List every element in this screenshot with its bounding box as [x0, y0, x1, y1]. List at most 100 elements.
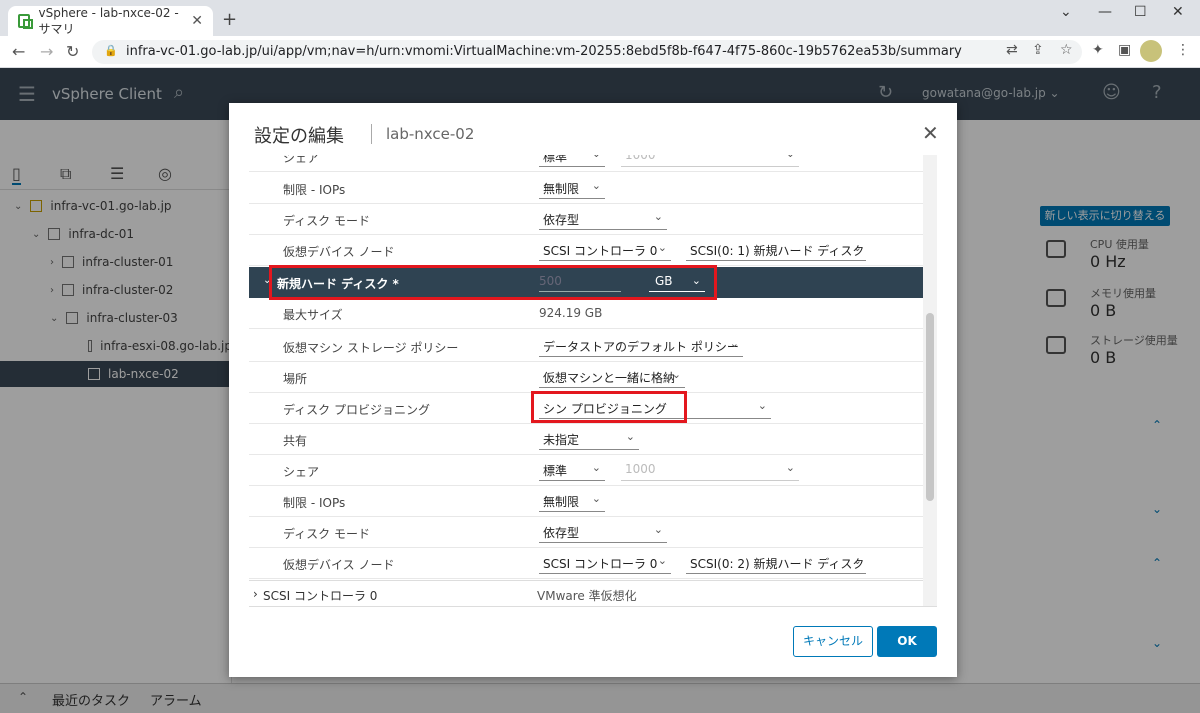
browser-tab[interactable]: vSphere - lab-nxce-02 - サマリ ✕ [8, 6, 213, 36]
dropdown-chevron-icon: ⌄ [852, 554, 862, 567]
dialog-title: 設定の編集 [254, 126, 344, 147]
limit-iops-select[interactable]: 無制限 ⌄ [539, 179, 605, 199]
select-value: SCSI コントローラ 0 [543, 244, 658, 258]
browser-toolbar: ← → ↻ 🔒 infra-vc-01.go-lab.jp/ui/app/vm;… [0, 36, 1200, 68]
node-select[interactable]: SCSI(0: 1) 新規ハード ディスク ⌄ [686, 241, 866, 261]
expand-chevron-icon[interactable]: › [253, 587, 258, 601]
row-label: 最大サイズ [283, 308, 343, 322]
dropdown-chevron-icon: ⌄ [653, 210, 663, 223]
dropdown-chevron-icon: ⌄ [671, 368, 681, 381]
row-label: SCSI コントローラ 0 [263, 589, 378, 603]
cancel-button[interactable]: キャンセル [793, 626, 873, 657]
dropdown-chevron-icon: ⌄ [786, 155, 795, 160]
ok-button[interactable]: OK [877, 626, 937, 657]
highlight-box-size [269, 265, 717, 300]
dropdown-chevron-icon: ⌄ [591, 461, 601, 474]
dropdown-chevron-icon: ⌄ [657, 554, 667, 567]
sidepanel-icon[interactable]: ▣ [1118, 42, 1131, 58]
shares-row: シェア 標準 ⌄ 1000 ⌄ [249, 455, 923, 486]
settings-scroll-area: シェア 標準 ⌄ 1000 ⌄ 制限 - IOPs 無制限 ⌄ ディスク モード 依存… [249, 155, 937, 607]
forward-icon[interactable]: → [40, 42, 53, 61]
minimize-icon[interactable]: — [1098, 4, 1112, 20]
highlight-box-provisioning [531, 391, 687, 423]
tab-title: vSphere - lab-nxce-02 - サマリ [38, 5, 179, 36]
location-row: 場所 仮想マシンと一緒に格納 ⌄ [249, 362, 923, 393]
select-value: 未指定 [543, 433, 580, 447]
scrollbar-thumb[interactable] [926, 313, 934, 501]
row-label: 共有 [283, 434, 308, 448]
disk-mode-row: ディスク モード 依存型 ⌄ [249, 517, 923, 548]
select-value: 無制限 [543, 182, 580, 196]
maximize-icon[interactable]: ☐ [1134, 4, 1147, 20]
window-chevron-icon[interactable]: ⌄ [1060, 4, 1072, 20]
address-bar[interactable]: 🔒 infra-vc-01.go-lab.jp/ui/app/vm;nav=h/… [92, 40, 1082, 64]
dialog-close-icon[interactable]: ✕ [922, 121, 939, 145]
shares-value-input[interactable]: 1000 ⌄ [621, 155, 799, 167]
translate-icon[interactable]: ⇄ [1006, 42, 1018, 58]
dropdown-chevron-icon: ⌄ [591, 492, 601, 505]
limit-iops-select[interactable]: 無制限 ⌄ [539, 492, 605, 512]
row-label: シェア [283, 465, 320, 479]
browser-menu-icon[interactable]: ⋮ [1176, 42, 1190, 58]
shares-select[interactable]: 標準 ⌄ [539, 461, 605, 481]
select-value: 1000 [625, 155, 656, 162]
back-icon[interactable]: ← [12, 42, 25, 61]
dropdown-chevron-icon: ⌄ [852, 241, 862, 254]
row-label: 場所 [283, 372, 308, 386]
max-size-value: 924.19 GB [539, 306, 603, 320]
select-value: 1000 [625, 462, 656, 476]
row-label: ディスク プロビジョニング [283, 403, 430, 417]
sharing-select[interactable]: 未指定 ⌄ [539, 430, 639, 450]
dialog-scrollbar[interactable] [923, 155, 937, 606]
row-label: ディスク モード [283, 527, 370, 541]
dropdown-chevron-icon: ⌄ [729, 337, 739, 350]
limit-iops-row-prev: 制限 - IOPs 無制限 ⌄ [249, 173, 923, 204]
row-label: 仮想マシン ストレージ ポリシー [283, 341, 459, 355]
scsi-type-value: VMware 準仮想化 [537, 589, 637, 603]
reload-icon[interactable]: ↻ [66, 42, 79, 61]
dropdown-chevron-icon: ⌄ [591, 179, 601, 192]
url-text: infra-vc-01.go-lab.jp/ui/app/vm;nav=h/ur… [126, 44, 962, 59]
profile-avatar[interactable] [1140, 40, 1162, 62]
storage-policy-row: 仮想マシン ストレージ ポリシー データストアのデフォルト ポリシー ⌄ [249, 329, 923, 362]
window-close-icon[interactable]: ✕ [1172, 4, 1184, 20]
select-value: SCSI(0: 1) 新規ハード ディスク [690, 244, 865, 258]
row-label: シェア [283, 155, 320, 165]
new-tab-icon[interactable]: + [222, 9, 237, 30]
select-value: データストアのデフォルト ポリシー [543, 340, 739, 354]
disk-mode-select[interactable]: 依存型 ⌄ [539, 523, 667, 543]
bookmark-star-icon[interactable]: ☆ [1060, 42, 1073, 58]
shares-value-input[interactable]: 1000 ⌄ [621, 461, 799, 481]
controller-select[interactable]: SCSI コントローラ 0 ⌄ [539, 241, 671, 261]
browser-tabstrip: vSphere - lab-nxce-02 - サマリ ✕ + ⌄ — ☐ ✕ [0, 0, 1200, 36]
dropdown-chevron-icon: ⌄ [757, 399, 767, 412]
row-label: ディスク モード [283, 214, 370, 228]
row-label: 制限 - IOPs [283, 496, 346, 510]
device-node-row: 仮想デバイス ノード SCSI コントローラ 0 ⌄ SCSI(0: 2) 新規ハ… [249, 548, 923, 579]
vsphere-favicon-icon [18, 14, 34, 29]
share-icon[interactable]: ⇪ [1032, 42, 1044, 58]
dialog-subtitle: lab-nxce-02 [386, 125, 475, 143]
lock-icon: 🔒 [104, 44, 118, 57]
select-value: 依存型 [543, 213, 580, 227]
storage-policy-select[interactable]: データストアのデフォルト ポリシー ⌄ [539, 337, 743, 357]
dropdown-chevron-icon: ⌄ [785, 461, 795, 474]
controller-select[interactable]: SCSI コントローラ 0 ⌄ [539, 554, 671, 574]
max-size-row: 最大サイズ 924.19 GB [249, 298, 923, 329]
location-select[interactable]: 仮想マシンと一緒に格納 ⌄ [539, 368, 685, 388]
dropdown-chevron-icon: ⌄ [592, 155, 601, 160]
disk-mode-select[interactable]: 依存型 ⌄ [539, 210, 667, 230]
tab-close-icon[interactable]: ✕ [191, 13, 203, 29]
extensions-icon[interactable]: ✦ [1092, 42, 1104, 58]
dropdown-chevron-icon: ⌄ [625, 430, 635, 443]
select-value: 仮想マシンと一緒に格納 [543, 371, 676, 385]
device-node-row-prev: 仮想デバイス ノード SCSI コントローラ 0 ⌄ SCSI(0: 1) 新規ハ… [249, 235, 923, 266]
node-select[interactable]: SCSI(0: 2) 新規ハード ディスク ⌄ [686, 554, 866, 574]
select-value: 標準 [543, 464, 568, 478]
select-value: SCSI コントローラ 0 [543, 557, 658, 571]
shares-row-prev: シェア 標準 ⌄ 1000 ⌄ [249, 155, 923, 172]
shares-select[interactable]: 標準 ⌄ [539, 155, 605, 167]
scsi-controller-row[interactable]: › SCSI コントローラ 0 VMware 準仮想化 [249, 580, 923, 606]
dropdown-chevron-icon: ⌄ [657, 241, 667, 254]
row-label: 仮想デバイス ノード [283, 245, 395, 259]
